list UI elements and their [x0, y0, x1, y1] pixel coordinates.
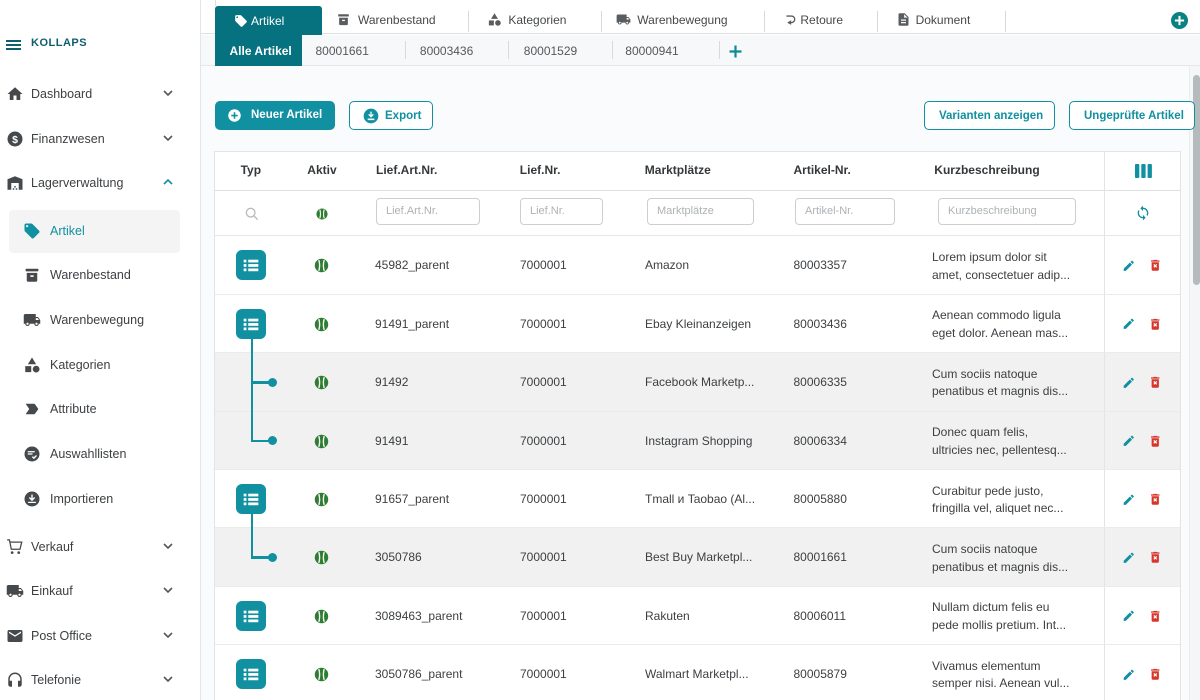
svg-text:$: $ [12, 134, 18, 146]
